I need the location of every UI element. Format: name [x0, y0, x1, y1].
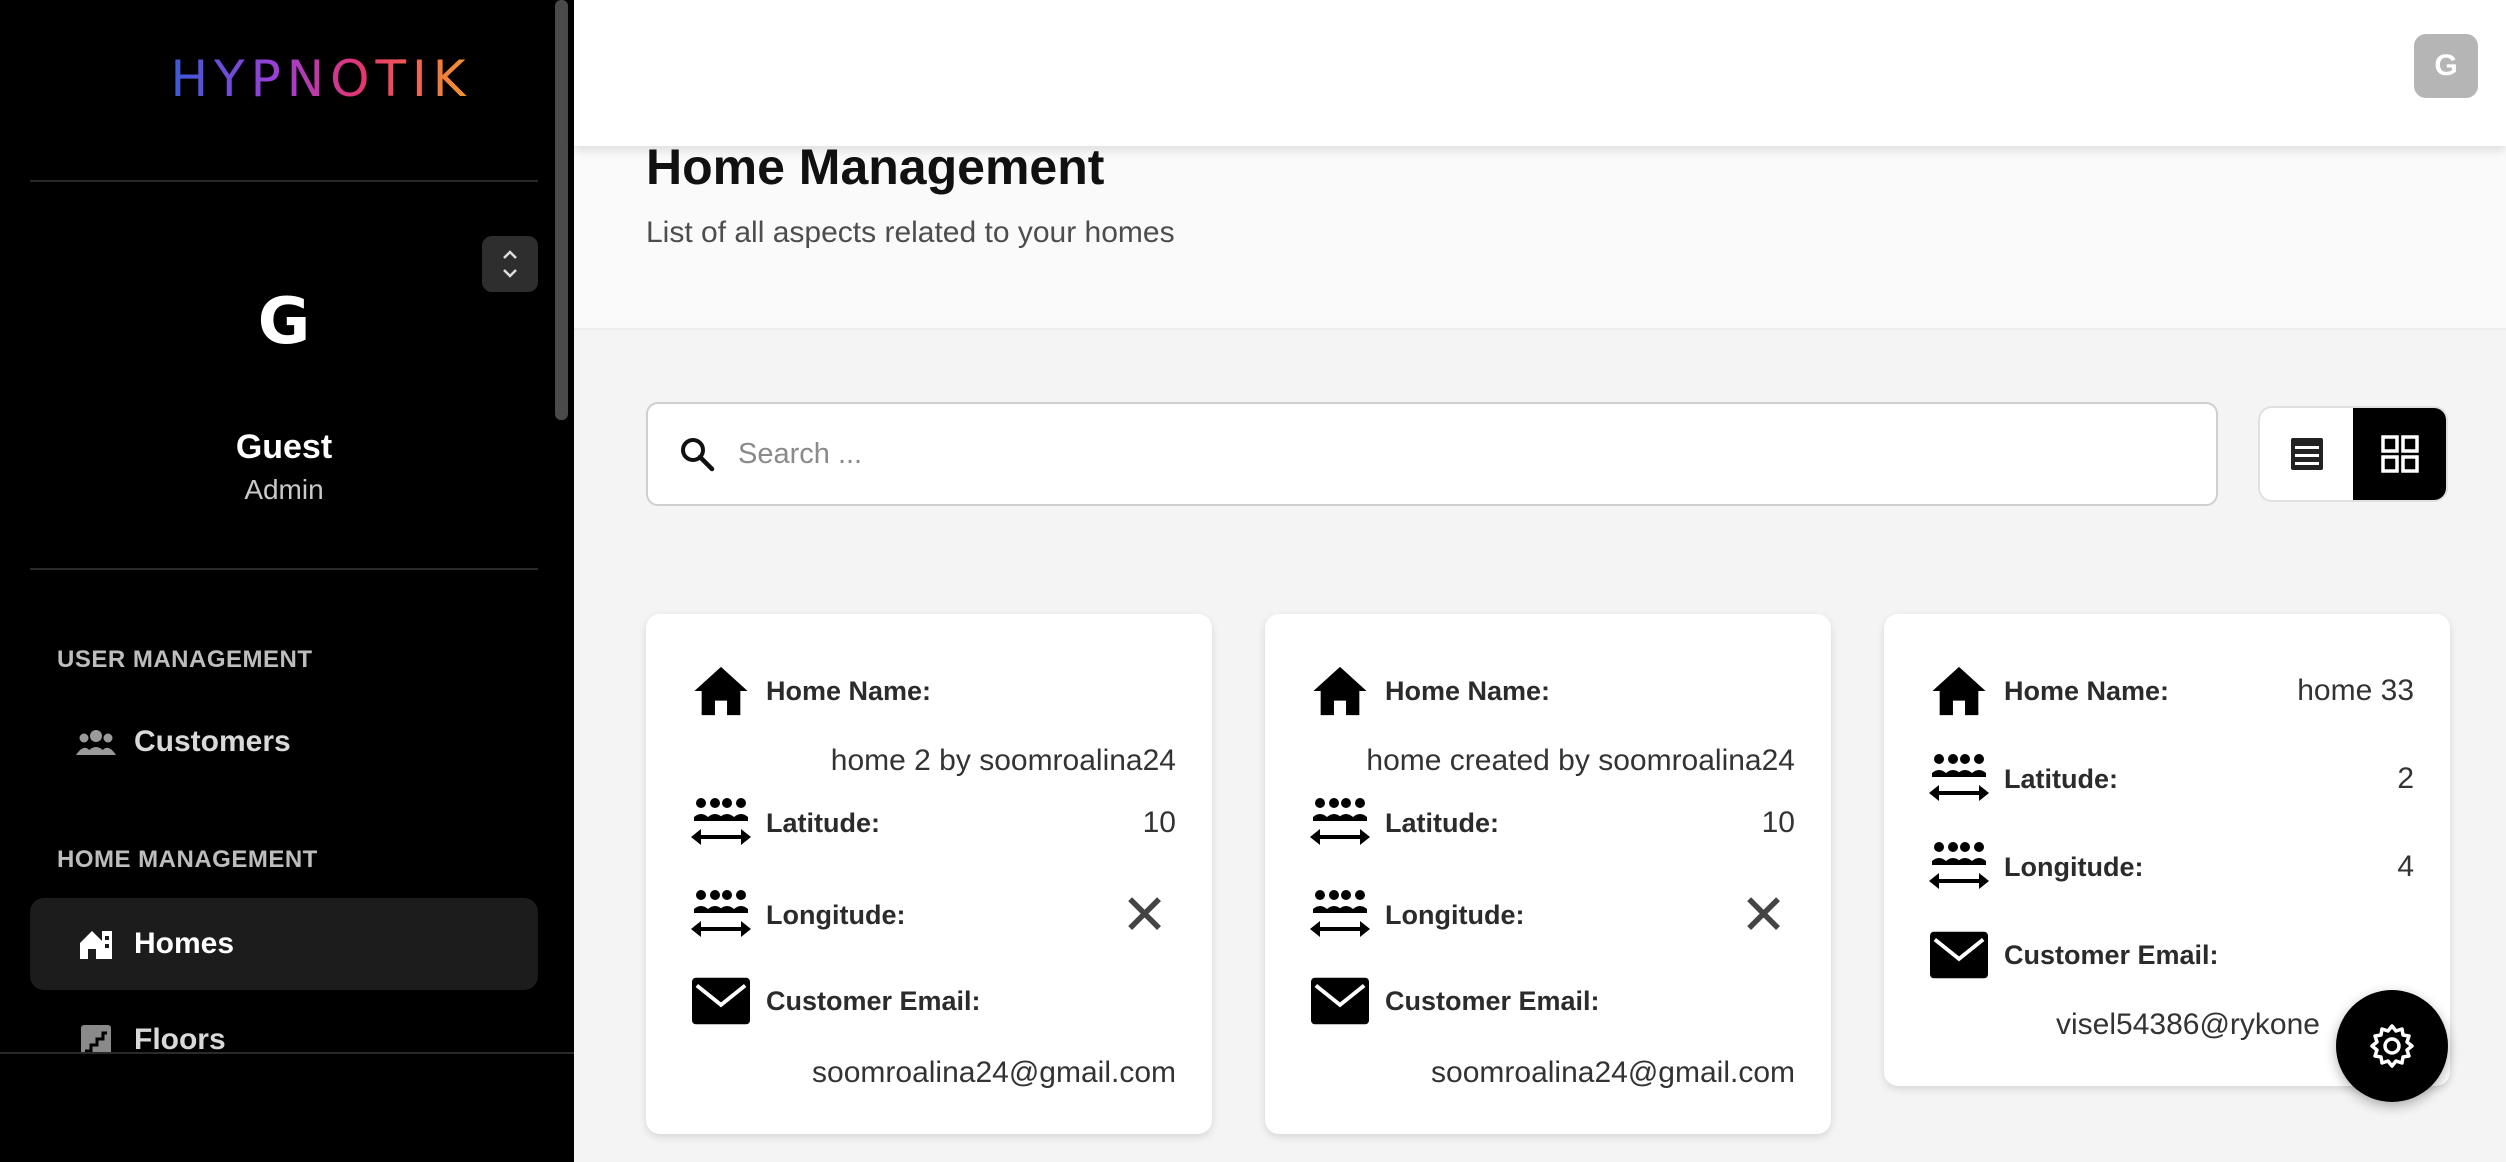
sidebar-divider	[30, 568, 538, 570]
home-name-label: Home Name:	[1385, 675, 1551, 706]
coordinates-icon	[1309, 794, 1371, 852]
home-name-row: Home Name: home 33	[1928, 662, 2414, 720]
search-box[interactable]	[646, 402, 2218, 506]
longitude-label: Longitude:	[2004, 851, 2144, 882]
customer-email-value: soomroalina24@gmail.com	[812, 1056, 1176, 1089]
sidebar-item-label: Customers	[134, 725, 291, 758]
longitude-row: Longitude: ✕	[690, 882, 1176, 948]
latitude-label: Latitude:	[766, 807, 880, 838]
home-name-value: home 33	[2297, 674, 2414, 707]
home-icon	[1928, 662, 1990, 720]
settings-gear-icon	[2370, 1024, 2414, 1068]
coordinates-icon	[1928, 838, 1990, 896]
customer-email-row: Customer Email:	[1928, 926, 2414, 984]
sidebar-item-customers[interactable]: Customers	[30, 696, 538, 788]
longitude-missing-icon: ✕	[1121, 883, 1168, 946]
user-role: Admin	[244, 474, 324, 505]
header-avatar-button[interactable]: G	[2414, 34, 2478, 98]
top-bar: G	[574, 0, 2506, 146]
section-title-user-management: USER MANAGEMENT	[57, 646, 313, 673]
longitude-label: Longitude:	[766, 899, 906, 930]
mail-icon	[1309, 972, 1371, 1030]
list-view-icon	[2290, 438, 2323, 470]
latitude-value: 10	[1142, 806, 1176, 839]
coordinates-icon	[1309, 886, 1371, 944]
longitude-label: Longitude:	[1385, 899, 1525, 930]
chevrons-up-down-icon	[503, 250, 517, 278]
home-icon	[690, 662, 752, 720]
longitude-value: 4	[2397, 850, 2414, 883]
latitude-row: Latitude: 10	[1309, 794, 1795, 852]
latitude-row: Latitude: 10	[690, 794, 1176, 852]
coordinates-icon	[690, 886, 752, 944]
home-icon	[76, 924, 116, 964]
customer-email-label: Customer Email:	[2004, 939, 2219, 970]
user-avatar: G	[257, 285, 311, 359]
page-subtitle: List of all aspects related to your home…	[646, 216, 1175, 249]
home-card[interactable]: Home Name: home created by soomroalina24…	[1265, 614, 1831, 1134]
view-toggle	[2258, 406, 2448, 502]
coordinates-icon	[1928, 750, 1990, 808]
latitude-value: 10	[1761, 806, 1795, 839]
page-title: Home Management	[646, 139, 1105, 195]
home-name-label: Home Name:	[766, 675, 932, 706]
customer-email-row: Customer Email:	[690, 972, 1176, 1030]
sidebar-collapse-toggle[interactable]	[482, 236, 538, 292]
mail-icon	[690, 972, 752, 1030]
customer-email-row: Customer Email:	[1309, 972, 1795, 1030]
customer-email-value: visel54386@rykone	[2056, 1008, 2320, 1041]
mail-icon	[1928, 926, 1990, 984]
sidebar-item-homes[interactable]: Homes	[30, 898, 538, 990]
svg-text:HYPNOTIK: HYPNOTIK	[170, 50, 471, 108]
home-name-row: Home Name:	[690, 662, 1176, 720]
users-icon	[76, 722, 116, 762]
list-view-button[interactable]	[2260, 408, 2353, 500]
user-name: Guest	[235, 428, 333, 466]
home-icon	[1309, 662, 1371, 720]
coordinates-icon	[690, 794, 752, 852]
longitude-row: Longitude: ✕	[1309, 882, 1795, 948]
settings-fab-button[interactable]	[2336, 990, 2448, 1102]
section-title-home-management: HOME MANAGEMENT	[57, 846, 318, 873]
customer-email-label: Customer Email:	[1385, 985, 1600, 1016]
sidebar-divider	[30, 180, 538, 182]
hypnotik-logo: HYPNOTIK	[170, 50, 471, 108]
latitude-label: Latitude:	[2004, 763, 2118, 794]
home-card[interactable]: Home Name: home 2 by soomroalina24 Latit…	[646, 614, 1212, 1134]
grid-view-button[interactable]	[2353, 408, 2446, 500]
sidebar-item-label: Homes	[134, 927, 235, 960]
home-name-label: Home Name:	[2004, 675, 2170, 706]
grid-view-icon	[2380, 435, 2419, 473]
home-name-row: Home Name:	[1309, 662, 1795, 720]
longitude-missing-icon: ✕	[1740, 883, 1787, 946]
sidebar: HYPNOTIK G Guest Admin USER MANAGEMENT C…	[0, 0, 574, 1162]
page-header: Home Management List of all aspects rela…	[574, 139, 2506, 330]
latitude-label: Latitude:	[1385, 807, 1499, 838]
search-input[interactable]	[738, 437, 2138, 471]
home-name-value: home created by soomroalina24	[1366, 744, 1795, 777]
latitude-value: 2	[2397, 762, 2414, 795]
latitude-row: Latitude: 2	[1928, 750, 2414, 808]
longitude-row: Longitude: 4	[1928, 838, 2414, 896]
customer-email-label: Customer Email:	[766, 985, 981, 1016]
customer-email-value: soomroalina24@gmail.com	[1431, 1056, 1795, 1089]
sidebar-footer	[0, 1052, 574, 1162]
search-icon	[681, 438, 715, 472]
home-name-value: home 2 by soomroalina24	[830, 744, 1176, 777]
